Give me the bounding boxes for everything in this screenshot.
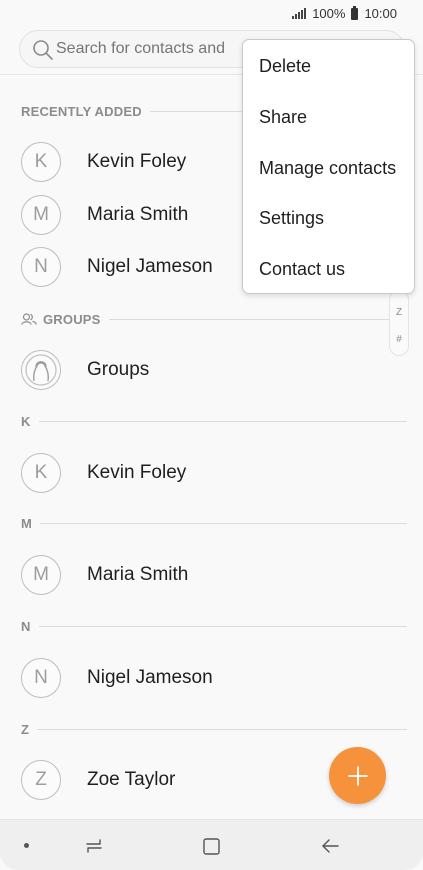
clock: 10:00 bbox=[364, 6, 397, 21]
person-outline-icon bbox=[21, 350, 61, 390]
contact-name: Maria Smith bbox=[87, 204, 189, 225]
overflow-menu: Delete Share Manage contacts Settings Co… bbox=[242, 39, 415, 294]
add-contact-button[interactable] bbox=[329, 747, 386, 804]
navigation-bar bbox=[0, 819, 423, 870]
battery-percent: 100% bbox=[312, 6, 346, 21]
section-label: GROUPS bbox=[43, 311, 101, 327]
section-label: N bbox=[21, 618, 31, 634]
section-header-groups: GROUPS bbox=[21, 310, 407, 328]
avatar: K bbox=[21, 142, 61, 182]
section-header-k: K bbox=[21, 412, 407, 430]
home-button[interactable] bbox=[197, 832, 225, 860]
search-icon bbox=[33, 40, 53, 60]
section-label: K bbox=[21, 413, 31, 429]
section-divider bbox=[38, 625, 407, 627]
contact-row-nigel-jameson[interactable]: N Nigel Jameson bbox=[0, 653, 423, 703]
section-divider bbox=[40, 522, 407, 524]
avatar: M bbox=[21, 195, 61, 235]
avatar: Z bbox=[21, 760, 61, 800]
back-button[interactable] bbox=[316, 832, 344, 860]
menu-item-settings[interactable]: Settings bbox=[259, 208, 324, 229]
contact-name: Nigel Jameson bbox=[87, 667, 213, 688]
section-label: Z bbox=[21, 721, 30, 737]
avatar: N bbox=[21, 658, 61, 698]
menu-item-contact-us[interactable]: Contact us bbox=[259, 259, 345, 280]
index-letter-hash[interactable]: # bbox=[396, 334, 402, 345]
contact-name: Kevin Foley bbox=[87, 151, 187, 172]
signal-icon bbox=[292, 8, 307, 19]
section-label: RECENTLY ADDED bbox=[21, 103, 142, 119]
index-letter-z[interactable]: Z bbox=[396, 307, 402, 318]
recent-apps-icon bbox=[86, 839, 102, 853]
menu-item-share[interactable]: Share bbox=[259, 107, 307, 128]
battery-icon bbox=[351, 5, 359, 20]
avatar: M bbox=[21, 555, 61, 595]
plus-icon bbox=[347, 765, 368, 786]
section-label: M bbox=[21, 515, 33, 531]
contact-row-maria-smith[interactable]: M Maria Smith bbox=[0, 550, 423, 600]
section-header-n: N bbox=[21, 617, 407, 635]
contact-name: Maria Smith bbox=[87, 564, 189, 585]
search-input[interactable] bbox=[56, 40, 256, 58]
home-icon bbox=[203, 838, 220, 855]
contact-name: Groups bbox=[87, 359, 150, 380]
avatar: K bbox=[21, 453, 61, 493]
contact-row-kevin-foley[interactable]: K Kevin Foley bbox=[0, 448, 423, 498]
section-header-z: Z bbox=[21, 720, 407, 738]
menu-item-manage-contacts[interactable]: Manage contacts bbox=[259, 158, 396, 179]
menu-item-delete[interactable]: Delete bbox=[259, 56, 311, 77]
section-header-m: M bbox=[21, 514, 407, 532]
keyboard-dot-icon[interactable] bbox=[24, 843, 29, 848]
contacts-screen: 100% 10:00 RECENTLY ADDED K Kevin Foley … bbox=[0, 0, 423, 870]
index-scroller[interactable]: Z # bbox=[389, 290, 409, 356]
groups-row[interactable]: Groups bbox=[0, 345, 423, 395]
avatar: N bbox=[21, 247, 61, 287]
back-icon bbox=[322, 839, 339, 853]
status-bar: 100% 10:00 bbox=[0, 0, 423, 28]
groups-icon bbox=[21, 313, 37, 325]
section-divider bbox=[37, 728, 407, 730]
status-indicators: 100% 10:00 bbox=[292, 5, 397, 21]
contact-name: Nigel Jameson bbox=[87, 256, 213, 277]
contact-name: Kevin Foley bbox=[87, 462, 187, 483]
recent-apps-button[interactable] bbox=[80, 832, 108, 860]
section-divider bbox=[108, 318, 407, 320]
section-divider bbox=[38, 420, 407, 422]
contact-name: Zoe Taylor bbox=[87, 769, 176, 790]
